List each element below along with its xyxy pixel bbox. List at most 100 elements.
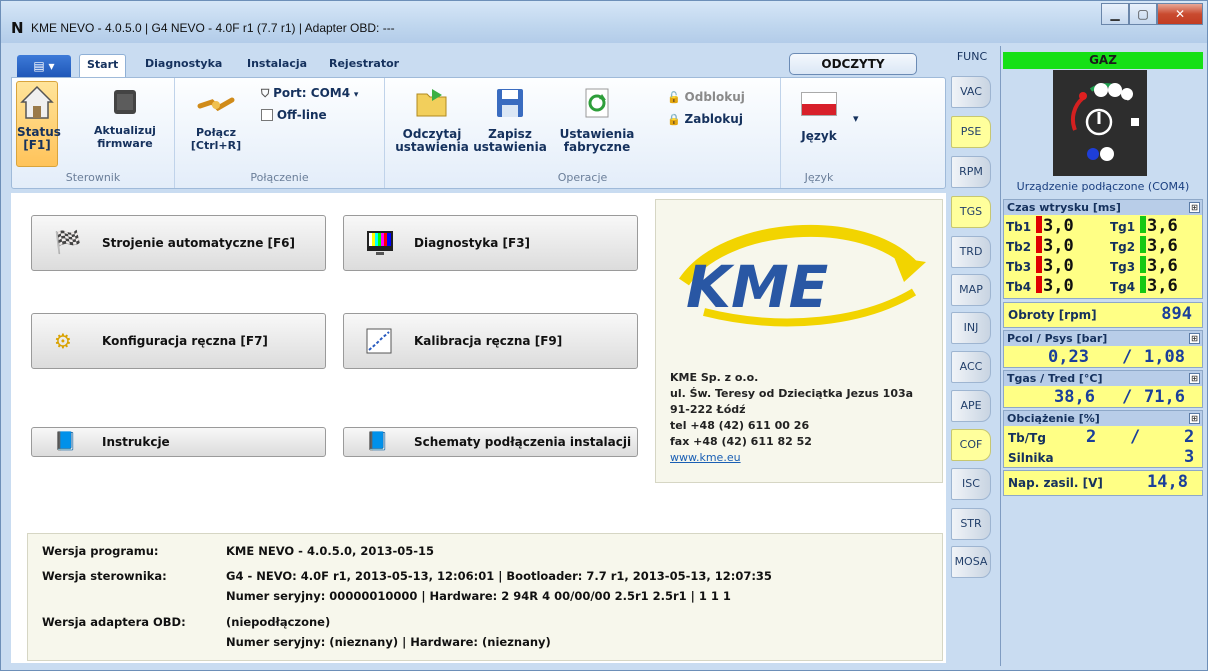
tb1-bar [1036, 216, 1042, 233]
load-title: Obciążenie [%] [1007, 412, 1100, 425]
language-chevron-icon[interactable]: ▾ [853, 112, 859, 125]
odczyty-button[interactable]: ODCZYTY [789, 53, 917, 75]
side-tab-mosa[interactable]: MOSA [951, 546, 991, 578]
group-operacje: Odczytaj ustawienia Zapisz ustawienia Us… [385, 78, 781, 188]
minimize-button[interactable]: ▁ [1101, 3, 1129, 25]
maximize-button[interactable]: ▢ [1129, 3, 1157, 25]
diagnostics-label: Diagnostyka [F3] [414, 236, 531, 250]
version-info-panel: Wersja programu: KME NEVO - 4.0.5.0, 201… [27, 533, 943, 661]
read-settings-button[interactable]: Odczytaj ustawienia [395, 84, 469, 166]
ribbon-panel: Status [F1] Aktualizuj firmware Sterowni… [11, 77, 946, 189]
side-tab-tgs[interactable]: TGS [951, 196, 991, 228]
company-website-link[interactable]: www.kme.eu [670, 451, 741, 464]
update-firmware-button[interactable]: Aktualizuj firmware [90, 84, 160, 164]
unlock-button[interactable]: 🔓 Odblokuj [667, 90, 745, 104]
company-tel: tel +48 (42) 611 00 26 [670, 419, 810, 432]
side-tab-str[interactable]: STR [951, 508, 991, 540]
rpm-label: Obroty [rpm] [1008, 308, 1097, 322]
status-panel: GAZ Urządzenie podłączone (COM4) Czas wt… [1000, 46, 1206, 666]
side-tab-inj[interactable]: INJ [951, 312, 991, 344]
tab-instalacja[interactable]: Instalacja [247, 57, 307, 70]
pressure-title: Pcol / Psys [bar] [1007, 332, 1108, 345]
offline-checkbox[interactable]: Off-line [261, 108, 327, 122]
expand-icon[interactable]: ⊞ [1189, 413, 1200, 424]
instructions-label: Instrukcje [102, 435, 170, 449]
side-tab-pse[interactable]: PSE [951, 116, 991, 148]
factory-settings-button[interactable]: Ustawienia fabryczne [555, 84, 639, 166]
side-tab-acc[interactable]: ACC [951, 351, 991, 383]
load-panel: Obciążenie [%] ⊞ Tb/Tg 2 / 2 Silnika 3 [1003, 410, 1203, 468]
tb3-label: Tb3 [1006, 260, 1032, 274]
app-logo-icon: N [11, 19, 24, 37]
obd-serial-value: Numer seryjny: (nieznany) | Hardware: (n… [226, 635, 551, 649]
language-button[interactable]: Język [787, 90, 851, 166]
tg2-value: 3,6 [1140, 236, 1178, 256]
tred-value: 71,6 [1144, 387, 1185, 407]
rpm-panel: Obroty [rpm] 894 [1003, 302, 1203, 328]
schematics-button[interactable]: 📘 Schematy podłączenia instalacji [343, 427, 638, 457]
load-header: Obciążenie [%] ⊞ [1004, 411, 1202, 426]
close-button[interactable]: ✕ [1157, 3, 1203, 25]
side-tab-ape[interactable]: APE [951, 390, 991, 422]
group-label-sterownik: Sterownik [65, 171, 121, 184]
kme-logo-text: KME [686, 253, 828, 321]
company-name: KME Sp. z o.o. [670, 371, 759, 384]
tab-start[interactable]: Start [79, 54, 127, 77]
application-menu-button[interactable]: ▤ ▾ [17, 55, 71, 77]
save-settings-button[interactable]: Zapisz ustawienia [473, 84, 547, 166]
folder-icon [416, 89, 447, 117]
manual-calibration-button[interactable]: Kalibracja ręczna [F9] [343, 313, 638, 369]
group-polaczenie: Połącz [Ctrl+R] ⛉ Port: COM4 ▾ Off-line … [175, 78, 385, 188]
book-icon: 📘 [366, 431, 389, 452]
filter-icon: ⛉ [261, 87, 270, 100]
fuel-switch-icon [1071, 83, 1139, 161]
side-tab-trd[interactable]: TRD [951, 236, 991, 268]
injection-time-title: Czas wtrysku [ms] [1007, 201, 1121, 214]
expand-icon[interactable]: ⊞ [1189, 333, 1200, 344]
side-tab-vac[interactable]: VAC [951, 76, 991, 108]
group-jezyk: Język ▾ Język [781, 78, 947, 188]
tg3-label: Tg3 [1110, 260, 1136, 274]
expand-icon[interactable]: ⊞ [1189, 202, 1200, 213]
group-label-jezyk: Język [804, 171, 834, 184]
tg3-bar [1140, 256, 1146, 273]
voltage-value: 14,8 [1147, 472, 1188, 492]
tab-diagnostyka[interactable]: Diagnostyka [145, 57, 222, 70]
program-version-value: KME NEVO - 4.0.5.0, 2013-05-15 [226, 544, 434, 558]
read-label-2: ustawienia [395, 140, 469, 154]
tb-load-value: 2 [1086, 427, 1097, 447]
fuel-switch-display[interactable] [1053, 70, 1147, 176]
lock-button[interactable]: 🔒 Zablokuj [667, 112, 743, 126]
book-icon: 📘 [54, 431, 77, 452]
controller-version-label: Wersja sterownika: [42, 569, 167, 583]
manual-calibration-label: Kalibracja ręczna [F9] [414, 334, 563, 348]
load-slash: / [1130, 427, 1141, 447]
psys-value: 1,08 [1144, 347, 1185, 367]
temperature-header: Tgas / Tred [°C] ⊞ [1004, 371, 1202, 386]
connect-button[interactable]: Połącz [Ctrl+R] [183, 86, 249, 166]
port-label: Port: COM4 [273, 86, 351, 100]
tb4-label: Tb4 [1006, 280, 1032, 294]
side-tab-isc[interactable]: ISC [951, 468, 991, 500]
manual-config-button[interactable]: ⚙ Konfiguracja ręczna [F7] [31, 313, 326, 369]
tab-rejestrator[interactable]: Rejestrator [329, 57, 399, 70]
checkbox-icon [261, 109, 273, 121]
port-dropdown[interactable]: ⛉ Port: COM4 ▾ [261, 86, 358, 101]
status-button[interactable]: Status [F1] [16, 81, 61, 167]
company-street: ul. Św. Teresy od Dzieciątka Jezus 103a [670, 387, 914, 400]
engine-load-label: Silnika [1008, 451, 1054, 465]
fuel-indicator: GAZ [1003, 52, 1203, 69]
injection-time-header: Czas wtrysku [ms] ⊞ [1004, 200, 1202, 215]
side-tab-rpm[interactable]: RPM [951, 156, 991, 188]
instructions-button[interactable]: 📘 Instrukcje [31, 427, 326, 457]
home-icon [20, 85, 54, 119]
diagnostics-button[interactable]: Diagnostyka [F3] [343, 215, 638, 271]
side-tab-cof[interactable]: COF [951, 429, 991, 461]
pressure-slash: / [1122, 347, 1133, 367]
side-tab-func[interactable]: FUNC [948, 50, 996, 63]
expand-icon[interactable]: ⊞ [1189, 373, 1200, 384]
kme-logo-icon: KME [679, 224, 926, 327]
auto-tune-button[interactable]: 🏁 Strojenie automatyczne [F6] [31, 215, 326, 271]
side-tab-map[interactable]: MAP [951, 274, 991, 306]
voltage-panel: Nap. zasil. [V] 14,8 [1003, 470, 1203, 496]
